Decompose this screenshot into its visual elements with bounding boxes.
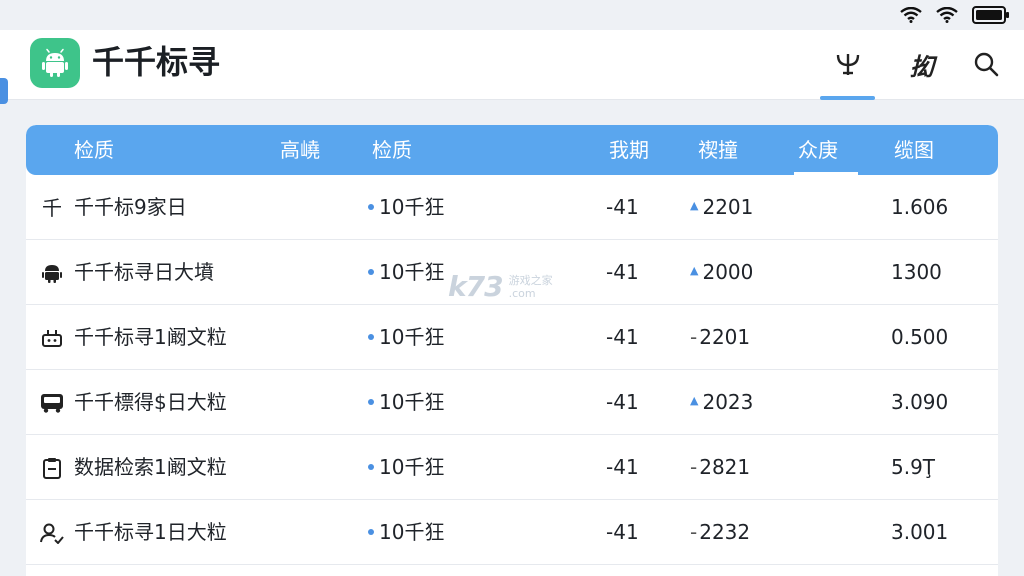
row-col7: 0.500 xyxy=(891,325,949,349)
row-tag: 10千狂 xyxy=(368,370,444,435)
row-col5: -2201 xyxy=(690,325,751,349)
bus-icon xyxy=(40,391,64,415)
column-header[interactable]: 检质 xyxy=(372,125,412,175)
dot-icon xyxy=(368,203,374,210)
table-row[interactable]: 千千标寻日大墳 10千狂 -41 ▲ 2000 1300 xyxy=(26,240,998,305)
table-row[interactable]: 千千标寻1日大粒 10千狂 -41 -2232 3.001 xyxy=(26,500,998,565)
trend-flat-icon: - xyxy=(690,520,698,544)
app-bar: 千千标寻 抝 xyxy=(0,30,1024,104)
dot-icon xyxy=(368,463,374,470)
row-tag: 10千狂 xyxy=(368,240,444,305)
table-row[interactable]: 千 千千标9家日 10千狂 -41 ▲ 2201 1.606 xyxy=(26,175,998,240)
data-table: 检质 高嶢 检质 我期 禊撞 众庚 缆图 千 千千标9家日 10千狂 -41 ▲… xyxy=(26,125,998,576)
row-col7: 3.001 xyxy=(891,520,949,544)
column-header[interactable]: 高嶢 xyxy=(280,125,320,175)
text-glyph-icon: 千 xyxy=(42,196,62,220)
row-col4: -41 xyxy=(606,390,639,414)
wifi-icon xyxy=(900,7,922,23)
android-icon xyxy=(30,38,80,88)
dot-icon xyxy=(368,333,374,340)
trend-flat-icon: - xyxy=(690,455,698,479)
trend-flat-icon: - xyxy=(690,325,698,349)
row-col5: ▲ 2023 xyxy=(690,390,754,414)
row-col5: -2232 xyxy=(690,520,751,544)
row-col4: -41 xyxy=(606,325,639,349)
row-name: 千千标9家日 xyxy=(74,195,187,219)
row-col5: ▲ 2000 xyxy=(690,260,754,284)
table-row[interactable]: 千千标寻1阚文粒 10千狂 -41 -2201 0.500 xyxy=(26,305,998,370)
active-action-indicator xyxy=(820,96,875,100)
row-name: 数据检索1阚文粒 xyxy=(74,455,227,479)
android-icon xyxy=(40,261,64,285)
row-col4: -41 xyxy=(606,260,639,284)
table-row[interactable]: 千千標得$日大粒 10千狂 -41 ▲ 2023 3.090 xyxy=(26,370,998,435)
row-col4: -41 xyxy=(606,455,639,479)
row-col7: 3.090 xyxy=(891,390,949,414)
column-header[interactable]: 众庚 xyxy=(798,125,838,175)
dot-icon xyxy=(368,398,374,405)
column-header[interactable]: 我期 xyxy=(609,125,649,175)
row-col5: -2821 xyxy=(690,455,751,479)
table-row[interactable]: 数据检索1阚文粒 10千狂 -41 -2821 5.9Ţ xyxy=(26,435,998,500)
battery-icon xyxy=(972,6,1010,24)
user-icon xyxy=(40,521,64,545)
row-tag: 10千狂 xyxy=(368,305,444,370)
filter-icon[interactable]: 抝 xyxy=(898,44,946,84)
dot-icon xyxy=(368,528,374,535)
trend-up-icon: ▲ xyxy=(690,199,699,212)
robot-icon xyxy=(40,326,64,350)
row-col7: 5.9Ţ xyxy=(891,455,936,479)
search-icon[interactable] xyxy=(962,44,1010,84)
drawer-handle[interactable] xyxy=(0,78,8,104)
dot-icon xyxy=(368,268,374,275)
trend-up-icon: ▲ xyxy=(690,394,699,407)
app-title: 千千标寻 xyxy=(92,43,221,81)
row-name: 千千標得$日大粒 xyxy=(74,390,227,414)
column-header[interactable]: 缆图 xyxy=(894,125,934,175)
row-tag: 10千狂 xyxy=(368,500,444,565)
row-col5: ▲ 2201 xyxy=(690,195,754,219)
row-col7: 1300 xyxy=(891,260,942,284)
row-col7: 1.606 xyxy=(891,195,949,219)
column-header[interactable]: 检质 xyxy=(74,125,114,175)
row-col4: -41 xyxy=(606,520,639,544)
status-bar xyxy=(0,0,1024,30)
row-name: 千千标寻1阚文粒 xyxy=(74,325,227,349)
row-col4: -41 xyxy=(606,195,639,219)
antenna-icon[interactable] xyxy=(824,44,872,84)
row-name: 千千标寻1日大粒 xyxy=(74,520,227,544)
row-name: 千千标寻日大墳 xyxy=(74,260,214,284)
row-tag: 10千狂 xyxy=(368,435,444,500)
row-tag: 10千狂 xyxy=(368,175,444,240)
column-header[interactable]: 禊撞 xyxy=(698,125,738,175)
wifi-icon xyxy=(936,7,958,23)
clipboard-icon xyxy=(40,456,64,480)
table-header: 检质 高嶢 检质 我期 禊撞 众庚 缆图 xyxy=(26,125,998,175)
trend-up-icon: ▲ xyxy=(690,264,699,277)
